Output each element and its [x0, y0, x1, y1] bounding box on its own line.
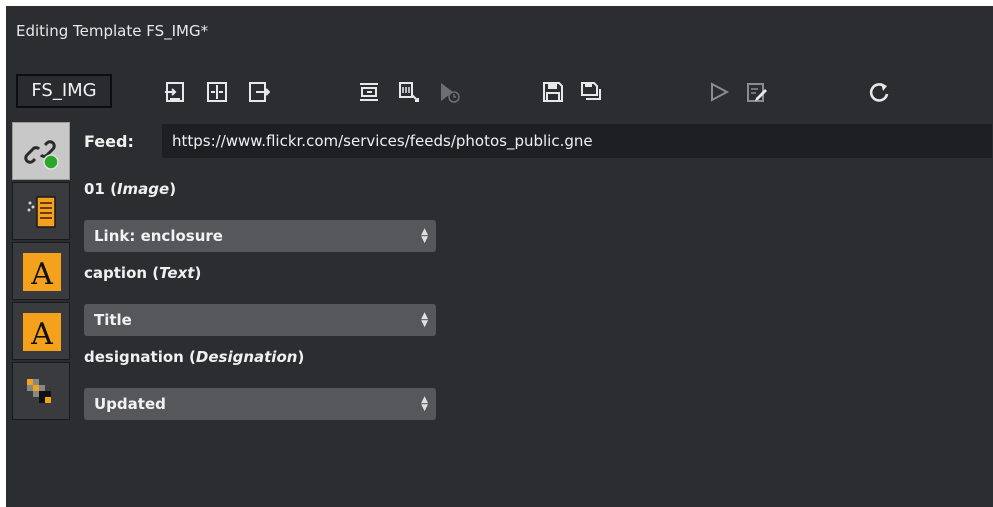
field-paren-open: ( [147, 264, 160, 282]
svg-text:A: A [30, 257, 53, 291]
template-editor-panel: Editing Template FS_IMG* FS_IMG A A Feed… [6, 6, 993, 507]
refresh-icon[interactable] [868, 81, 890, 103]
title-bar: Editing Template FS_IMG* [6, 6, 993, 62]
field-name: 01 [84, 180, 105, 198]
field-mapping-area: Feed: https://www.flickr.com/services/fe… [78, 122, 993, 507]
export-icon[interactable] [248, 81, 270, 103]
field-source-select-image[interactable]: Link: enclosure ▲ ▼ [84, 220, 436, 252]
field-type: Designation [195, 348, 298, 366]
save-icon[interactable] [542, 81, 564, 103]
field-label-image: 01 (Image) [84, 180, 176, 198]
toolbar: FS_IMG [6, 70, 993, 114]
select-value: Updated [94, 395, 166, 413]
sidebar-item-image[interactable] [12, 182, 70, 240]
select-value: Link: enclosure [94, 227, 223, 245]
sidebar-item-feed[interactable] [12, 122, 70, 180]
field-source-select-designation[interactable]: Updated ▲ ▼ [84, 388, 436, 420]
template-name-box[interactable]: FS_IMG [16, 74, 112, 108]
field-name: caption [84, 264, 148, 282]
select-arrows-icon: ▲ ▼ [421, 311, 428, 329]
field-name: designation [84, 348, 184, 366]
sidebar-item-designation[interactable] [12, 362, 70, 420]
select-arrows-icon: ▲ ▼ [421, 227, 428, 245]
field-type: Image [116, 180, 170, 198]
field-type: Text [159, 264, 195, 282]
field-paren-open: ( [183, 348, 196, 366]
import-icon[interactable] [164, 81, 186, 103]
insert-field-icon[interactable] [358, 81, 380, 103]
field-label-designation: designation (Designation) [84, 348, 304, 366]
play-icon[interactable] [708, 81, 730, 103]
window-title: Editing Template FS_IMG* [16, 22, 209, 40]
svg-text:A: A [30, 317, 53, 351]
select-arrows-icon: ▲ ▼ [421, 395, 428, 413]
sidebar-item-text-caption[interactable]: A [12, 242, 70, 300]
select-value: Title [94, 311, 132, 329]
schedule-icon[interactable] [438, 81, 460, 103]
save-as-icon[interactable] [580, 81, 602, 103]
field-source-select-caption[interactable]: Title ▲ ▼ [84, 304, 436, 336]
field-paren-close: ) [169, 180, 177, 198]
manage-fields-icon[interactable] [398, 81, 420, 103]
sidebar-item-text-designation[interactable]: A [12, 302, 70, 360]
field-paren-close: ) [297, 348, 305, 366]
field-paren-close: ) [194, 264, 202, 282]
field-label-caption: caption (Text) [84, 264, 201, 282]
feed-url-input[interactable]: https://www.flickr.com/services/feeds/ph… [162, 124, 992, 158]
field-paren-open: ( [104, 180, 117, 198]
edit-icon[interactable] [746, 81, 768, 103]
split-icon[interactable] [206, 81, 228, 103]
feed-label: Feed: [84, 132, 134, 151]
